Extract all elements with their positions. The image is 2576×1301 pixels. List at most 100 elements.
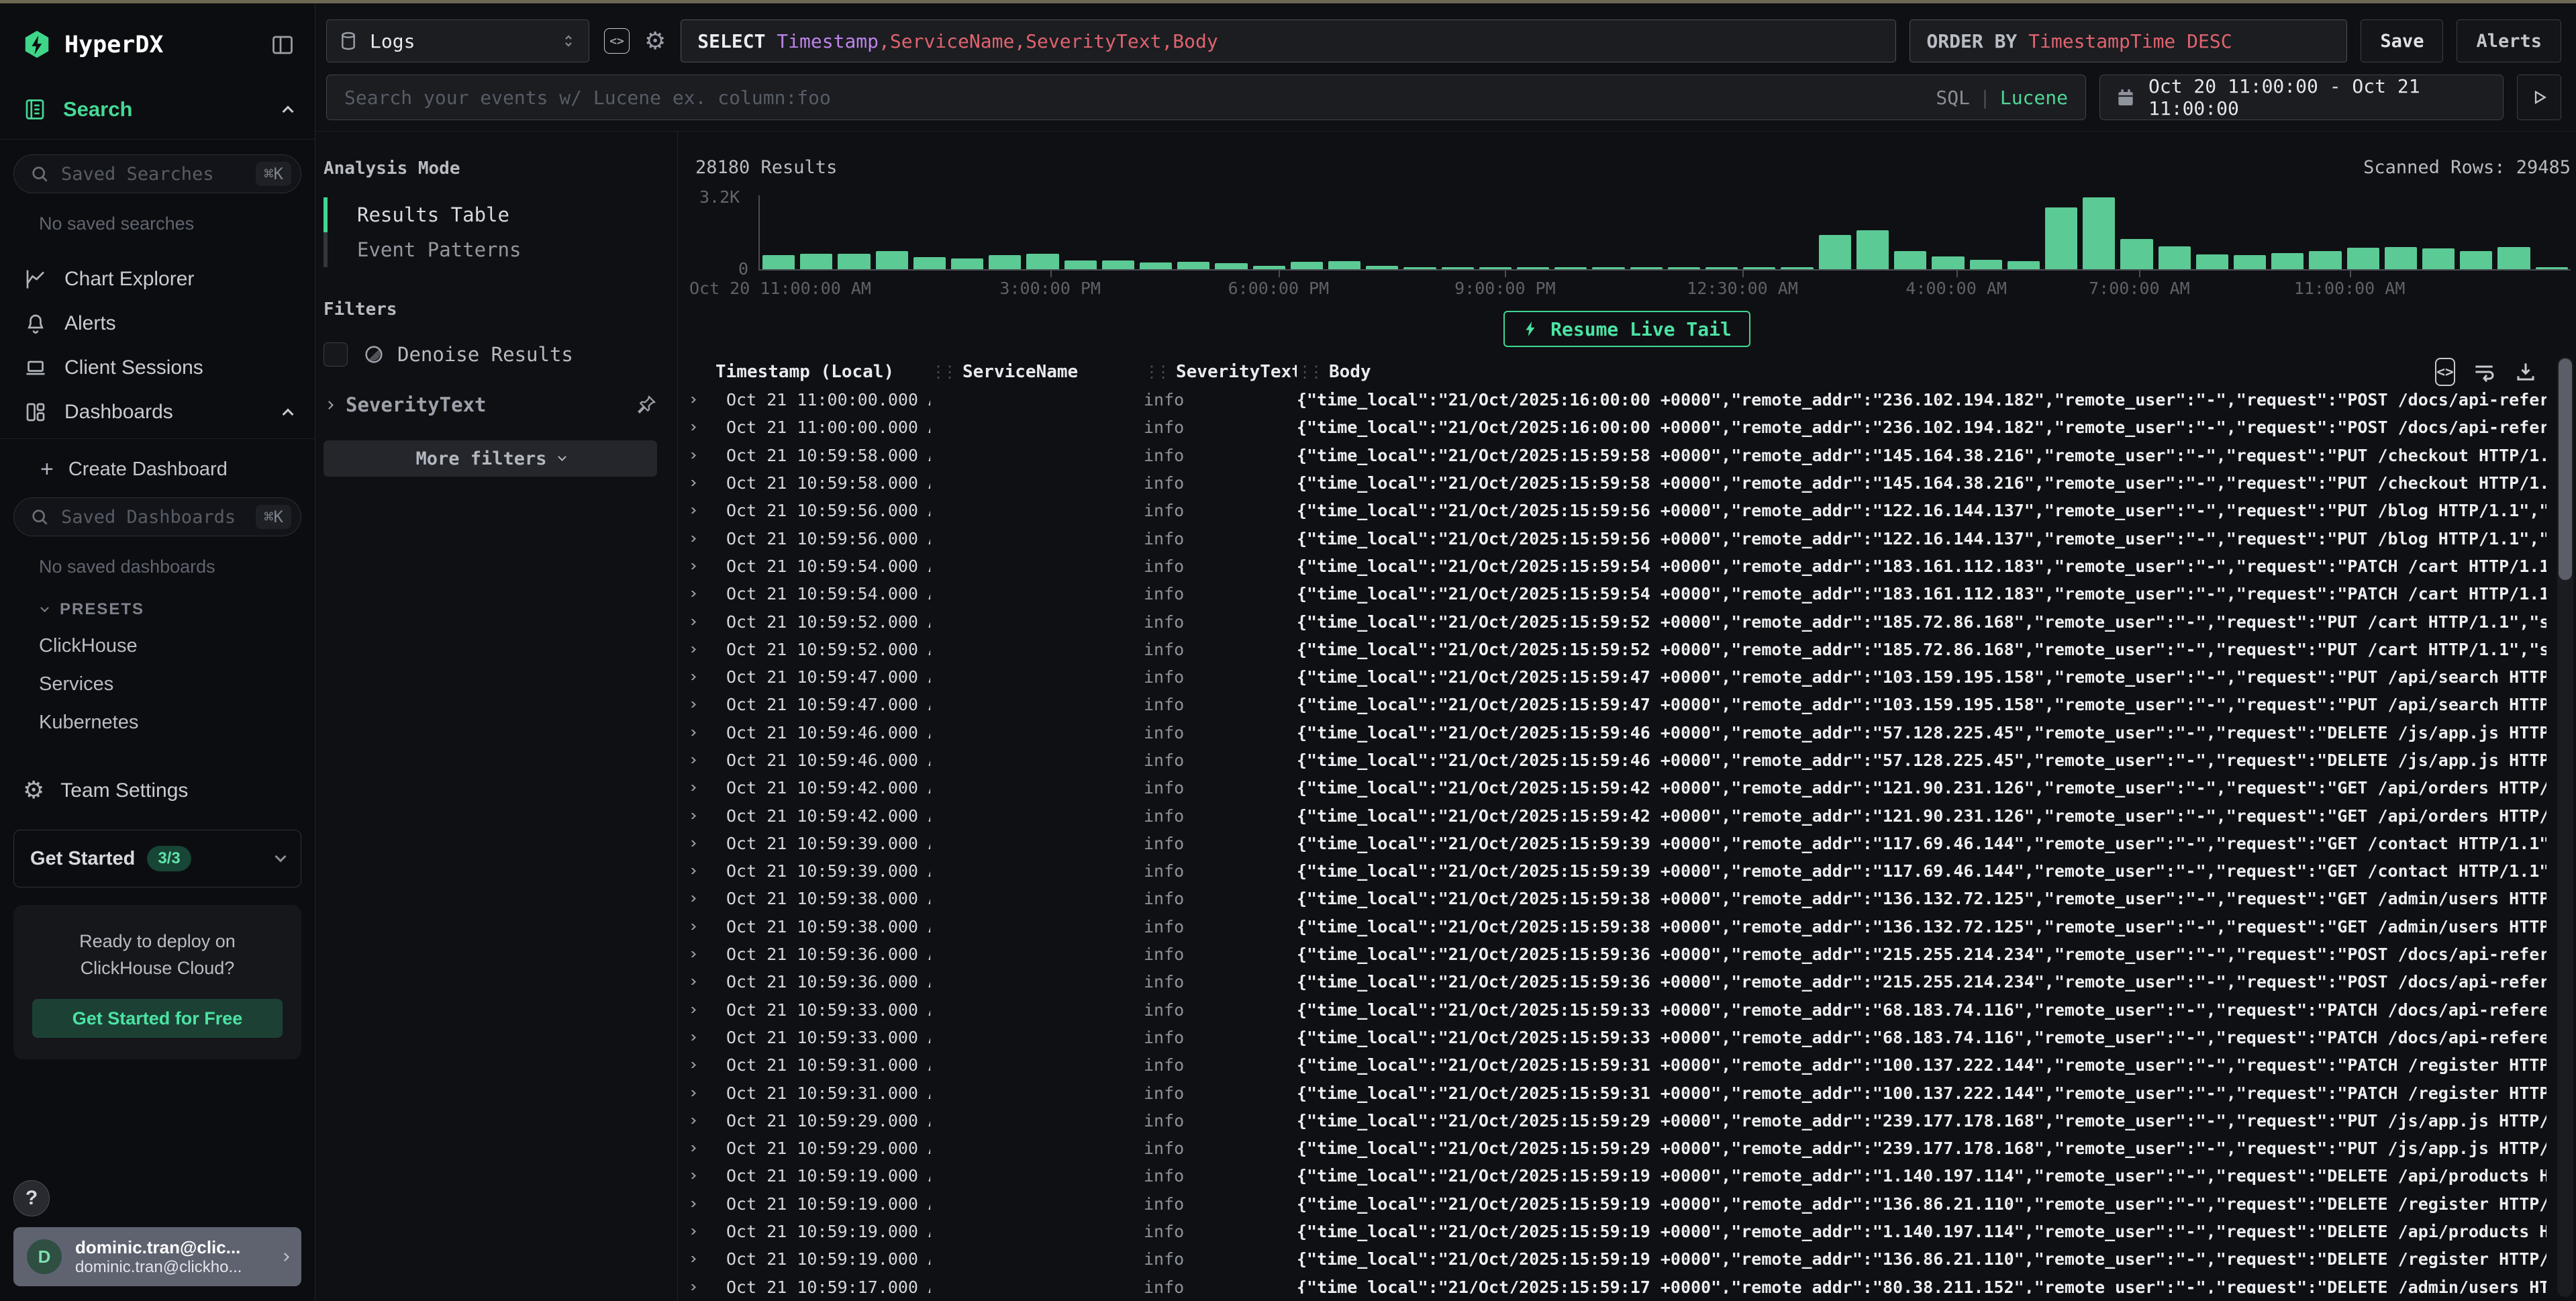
row-expand-icon[interactable] <box>686 646 715 653</box>
histogram-bars[interactable] <box>758 195 2571 271</box>
lucene-toggle[interactable]: Lucene <box>2000 87 2068 109</box>
table-row[interactable]: Oct 21 10:59:47.000 AMinfo{"time_local":… <box>686 691 2576 718</box>
row-expand-icon[interactable] <box>686 1145 715 1151</box>
code-view-icon[interactable]: <> <box>2435 358 2455 386</box>
table-row[interactable]: Oct 21 10:59:31.000 AMinfo{"time_local":… <box>686 1079 2576 1106</box>
row-expand-icon[interactable] <box>686 397 715 403</box>
sidebar-item-dashboards[interactable]: Dashboards <box>0 390 315 434</box>
row-expand-icon[interactable] <box>686 1173 715 1179</box>
get-started-dropdown[interactable]: Get Started 3/3 <box>13 830 301 887</box>
table-row[interactable]: Oct 21 10:59:39.000 AMinfo{"time_local":… <box>686 830 2576 857</box>
table-row[interactable]: Oct 21 10:59:46.000 AMinfo{"time_local":… <box>686 719 2576 746</box>
column-header-body[interactable]: Body <box>1297 362 2435 382</box>
table-row[interactable]: Oct 21 10:59:29.000 AMinfo{"time_local":… <box>686 1107 2576 1135</box>
table-row[interactable]: Oct 21 10:59:54.000 AMinfo{"time_local":… <box>686 552 2576 580</box>
row-expand-icon[interactable] <box>686 1090 715 1096</box>
table-row[interactable]: Oct 21 10:59:36.000 AMinfo{"time_local":… <box>686 941 2576 968</box>
row-expand-icon[interactable] <box>686 785 715 791</box>
more-filters-button[interactable]: More filters <box>324 440 657 477</box>
sidebar-item-alerts[interactable]: Alerts <box>0 301 315 346</box>
presets-toggle[interactable]: PRESETS <box>42 600 315 619</box>
create-dashboard-button[interactable]: + Create Dashboard <box>40 456 315 483</box>
row-expand-icon[interactable] <box>686 674 715 680</box>
table-row[interactable]: Oct 21 10:59:46.000 AMinfo{"time_local":… <box>686 746 2576 774</box>
help-button[interactable]: ? <box>13 1180 50 1216</box>
row-expand-icon[interactable] <box>686 480 715 486</box>
tab-results-table[interactable]: Results Table <box>324 197 657 232</box>
table-row[interactable]: Oct 21 10:59:52.000 AMinfo{"time_local":… <box>686 636 2576 663</box>
row-expand-icon[interactable] <box>686 730 715 736</box>
date-range-picker[interactable]: Oct 20 11:00:00 - Oct 21 11:00:00 <box>2099 75 2504 120</box>
sidebar-item-team-settings[interactable]: ⚙ Team Settings <box>23 777 315 804</box>
user-menu[interactable]: D dominic.tran@clic... dominic.tran@clic… <box>13 1227 301 1286</box>
table-row[interactable]: Oct 21 10:59:42.000 AMinfo{"time_local":… <box>686 774 2576 802</box>
row-expand-icon[interactable] <box>686 452 715 459</box>
sidebar-item-client-sessions[interactable]: Client Sessions <box>0 346 315 390</box>
saved-searches-input[interactable]: Saved Searches ⌘K <box>13 154 301 193</box>
row-expand-icon[interactable] <box>686 1228 715 1235</box>
sidebar-collapse-icon[interactable] <box>270 33 295 57</box>
sidebar-item-search[interactable]: Search <box>0 97 315 140</box>
run-query-button[interactable] <box>2517 75 2561 120</box>
column-header-timestamp[interactable]: Timestamp (Local) <box>715 362 930 382</box>
chevron-up-icon[interactable] <box>283 106 294 117</box>
row-expand-icon[interactable] <box>686 896 715 902</box>
row-expand-icon[interactable] <box>686 619 715 625</box>
table-row[interactable]: Oct 21 10:59:54.000 AMinfo{"time_local":… <box>686 580 2576 608</box>
table-row[interactable]: Oct 21 10:59:19.000 AMinfo{"time_local":… <box>686 1162 2576 1190</box>
row-expand-icon[interactable] <box>686 563 715 569</box>
table-row[interactable]: Oct 21 10:59:19.000 AMinfo{"time_local":… <box>686 1245 2576 1273</box>
row-expand-icon[interactable] <box>686 1284 715 1290</box>
row-expand-icon[interactable] <box>686 868 715 874</box>
sql-toggle[interactable]: SQL <box>1936 87 1970 109</box>
row-expand-icon[interactable] <box>686 979 715 985</box>
saved-dashboards-input[interactable]: Saved Dashboards ⌘K <box>13 497 301 536</box>
table-row[interactable]: Oct 21 11:00:00.000 AMinfo{"time_local":… <box>686 414 2576 441</box>
table-row[interactable]: Oct 21 11:00:00.000 AMinfo{"time_local":… <box>686 386 2576 414</box>
chevron-up-icon[interactable] <box>283 409 294 420</box>
row-expand-icon[interactable] <box>686 840 715 847</box>
table-row[interactable]: Oct 21 10:59:39.000 AMinfo{"time_local":… <box>686 857 2576 885</box>
resume-live-tail-button[interactable]: Resume Live Tail <box>1503 311 1750 347</box>
table-row[interactable]: Oct 21 10:59:29.000 AMinfo{"time_local":… <box>686 1135 2576 1162</box>
row-expand-icon[interactable] <box>686 1118 715 1124</box>
table-row[interactable]: Oct 21 10:59:58.000 AMinfo{"time_local":… <box>686 469 2576 497</box>
column-header-severitytext[interactable]: SeverityText <box>1144 362 1297 382</box>
table-row[interactable]: Oct 21 10:59:17.000 AMinfo{"time_local":… <box>686 1273 2576 1294</box>
search-input[interactable]: Search your events w/ Lucene ex. column:… <box>326 75 2086 120</box>
select-columns-input[interactable]: SELECT Timestamp,ServiceName,SeverityTex… <box>681 19 1896 62</box>
table-row[interactable]: Oct 21 10:59:58.000 AMinfo{"time_local":… <box>686 442 2576 469</box>
row-expand-icon[interactable] <box>686 591 715 597</box>
table-row[interactable]: Oct 21 10:59:33.000 AMinfo{"time_local":… <box>686 996 2576 1024</box>
wrap-text-icon[interactable] <box>2471 359 2497 385</box>
language-toggle[interactable]: SQL|Lucene <box>1936 87 2068 109</box>
row-expand-icon[interactable] <box>686 1034 715 1041</box>
row-expand-icon[interactable] <box>686 1201 715 1207</box>
vertical-scrollbar[interactable] <box>2557 357 2573 1297</box>
row-expand-icon[interactable] <box>686 536 715 542</box>
row-expand-icon[interactable] <box>686 951 715 957</box>
table-row[interactable]: Oct 21 10:59:56.000 AMinfo{"time_local":… <box>686 497 2576 524</box>
download-icon[interactable] <box>2513 359 2538 385</box>
table-row[interactable]: Oct 21 10:59:19.000 AMinfo{"time_local":… <box>686 1218 2576 1245</box>
table-row[interactable]: Oct 21 10:59:38.000 AMinfo{"time_local":… <box>686 913 2576 941</box>
column-header-servicename[interactable]: ServiceName <box>930 362 1144 382</box>
row-expand-icon[interactable] <box>686 1062 715 1068</box>
row-expand-icon[interactable] <box>686 1256 715 1262</box>
row-expand-icon[interactable] <box>686 424 715 430</box>
table-row[interactable]: Oct 21 10:59:19.000 AMinfo{"time_local":… <box>686 1190 2576 1218</box>
table-row[interactable]: Oct 21 10:59:52.000 AMinfo{"time_local":… <box>686 608 2576 635</box>
preset-item[interactable]: Services <box>39 673 315 695</box>
get-started-free-button[interactable]: Get Started for Free <box>32 999 283 1038</box>
table-row[interactable]: Oct 21 10:59:33.000 AMinfo{"time_local":… <box>686 1024 2576 1051</box>
row-expand-icon[interactable] <box>686 757 715 763</box>
table-row[interactable]: Oct 21 10:59:36.000 AMinfo{"time_local":… <box>686 968 2576 996</box>
pin-icon[interactable] <box>636 394 657 416</box>
row-expand-icon[interactable] <box>686 813 715 819</box>
sidebar-item-chart-explorer[interactable]: Chart Explorer <box>0 257 315 301</box>
scrollbar-thumb[interactable] <box>2559 358 2572 580</box>
denoise-checkbox[interactable] <box>324 342 348 367</box>
tab-event-patterns[interactable]: Event Patterns <box>324 232 657 267</box>
row-expand-icon[interactable] <box>686 1007 715 1013</box>
source-select[interactable]: Logs <box>326 19 589 62</box>
